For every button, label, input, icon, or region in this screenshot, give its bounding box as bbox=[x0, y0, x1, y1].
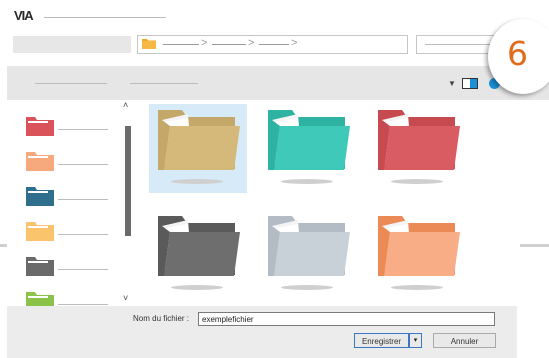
folder-icon bbox=[142, 39, 156, 49]
view-options-caret-icon[interactable]: ▼ bbox=[448, 79, 456, 88]
folder-shadow bbox=[171, 179, 223, 184]
folder-icon bbox=[268, 110, 350, 170]
folder-shadow bbox=[391, 285, 443, 290]
nav-buttons-area bbox=[13, 36, 131, 53]
search-placeholder bbox=[425, 44, 495, 45]
breadcrumb-segment-2[interactable] bbox=[212, 44, 246, 45]
sidebar-item-label bbox=[58, 199, 108, 200]
toolbar-new-folder[interactable] bbox=[130, 83, 198, 84]
folder-shadow bbox=[391, 179, 443, 184]
folder-shadow bbox=[281, 285, 333, 290]
navigation-pane bbox=[7, 100, 123, 305]
folder-icon bbox=[378, 216, 460, 276]
save-button[interactable]: Enregistrer bbox=[354, 333, 409, 348]
breadcrumb-separator-1: > bbox=[201, 37, 208, 49]
folder-shadow bbox=[171, 285, 223, 290]
breadcrumb-segment-1[interactable] bbox=[163, 44, 199, 45]
breadcrumb-separator-3: > bbox=[291, 37, 298, 49]
filename-label: Nom du fichier : bbox=[133, 314, 190, 323]
folder-icon bbox=[26, 222, 54, 241]
app-logo: VIA bbox=[14, 8, 34, 23]
filename-input[interactable]: exemplefichier bbox=[198, 312, 495, 326]
scroll-up-icon[interactable]: ˄ bbox=[123, 100, 128, 110]
address-dropdown-button[interactable] bbox=[387, 35, 408, 54]
breadcrumb-separator-2: > bbox=[248, 37, 255, 49]
sidebar-item-label bbox=[58, 234, 108, 235]
folder-icon bbox=[26, 152, 54, 171]
step-number: 6 bbox=[507, 34, 528, 73]
folder-icon bbox=[268, 216, 350, 276]
background-divider-left bbox=[0, 244, 7, 247]
folder-icon bbox=[26, 117, 54, 136]
background-divider-right bbox=[520, 244, 549, 247]
breadcrumb-segment-3[interactable] bbox=[259, 44, 289, 45]
sidebar-item-label bbox=[58, 304, 108, 305]
cancel-button[interactable]: Annuler bbox=[433, 333, 496, 348]
folder-icon bbox=[158, 110, 240, 170]
window-title-placeholder bbox=[44, 17, 166, 18]
sidebar-item-label bbox=[58, 164, 108, 165]
folder-icon bbox=[378, 110, 460, 170]
folder-icon bbox=[26, 257, 54, 276]
scrollbar-thumb[interactable] bbox=[125, 126, 131, 236]
sidebar-item-label bbox=[58, 269, 108, 270]
sidebar-item-label bbox=[58, 129, 108, 130]
folder-shadow bbox=[281, 179, 333, 184]
scroll-down-icon[interactable]: ˅ bbox=[123, 293, 128, 303]
toolbar-organize[interactable] bbox=[35, 83, 107, 84]
folder-icon bbox=[158, 216, 240, 276]
folder-icon bbox=[26, 187, 54, 206]
save-dropdown-button[interactable]: ▾ bbox=[409, 333, 422, 348]
pane-view-icon[interactable] bbox=[462, 78, 478, 89]
